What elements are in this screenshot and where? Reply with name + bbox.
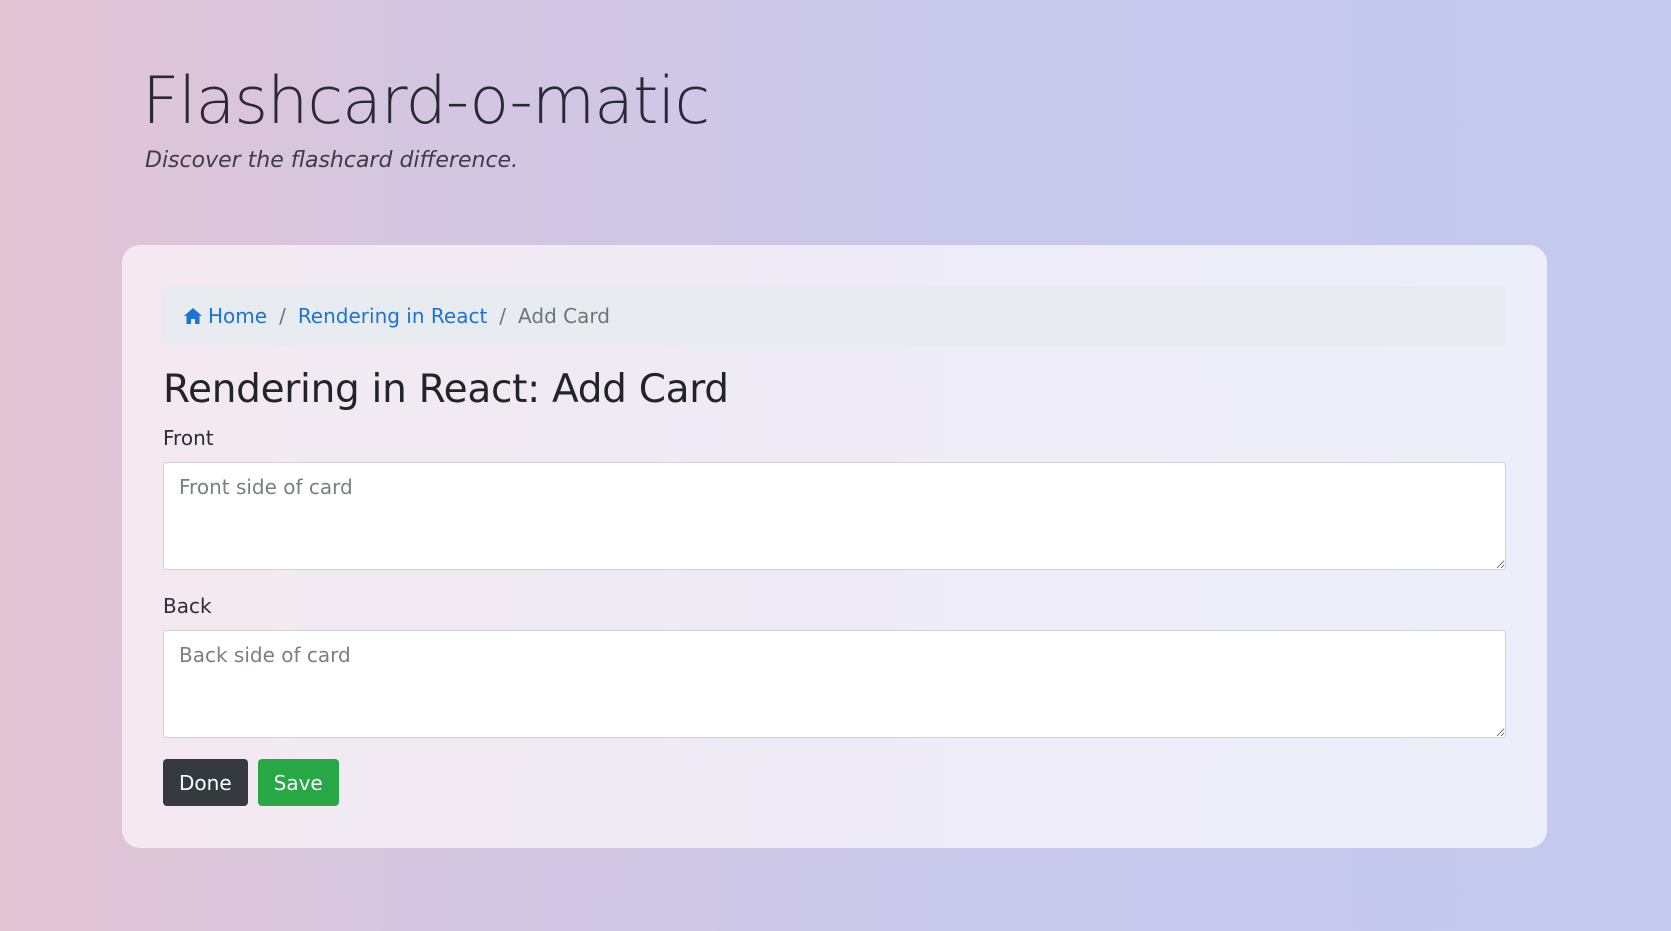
- breadcrumb: Home / Rendering in React / Add Card: [163, 286, 1506, 345]
- breadcrumb-deck-link[interactable]: Rendering in React: [298, 304, 487, 328]
- home-icon: [183, 306, 203, 326]
- form-buttons: Done Save: [163, 759, 1506, 806]
- site-title: Flashcard-o-matic: [142, 64, 710, 139]
- save-button[interactable]: Save: [257, 759, 339, 806]
- page-title: Rendering in React: Add Card: [163, 367, 729, 412]
- back-textarea[interactable]: [163, 630, 1506, 738]
- breadcrumb-home-label: Home: [208, 303, 268, 328]
- back-label: Back: [163, 594, 212, 618]
- front-textarea[interactable]: [163, 462, 1506, 570]
- add-card-form: Front Back Done Save: [163, 426, 1506, 806]
- breadcrumb-current: Add Card: [518, 303, 610, 328]
- site-tagline: Discover the flashcard difference.: [145, 147, 519, 173]
- main-container: Home / Rendering in React / Add Card Ren…: [122, 245, 1547, 848]
- done-button[interactable]: Done: [163, 759, 248, 806]
- site-header: Flashcard-o-matic Discover the flashcard…: [142, 64, 710, 173]
- breadcrumb-separator: /: [499, 303, 507, 328]
- breadcrumb-separator: /: [279, 303, 286, 328]
- breadcrumb-home-link[interactable]: Home: [183, 304, 267, 328]
- front-label: Front: [163, 426, 214, 450]
